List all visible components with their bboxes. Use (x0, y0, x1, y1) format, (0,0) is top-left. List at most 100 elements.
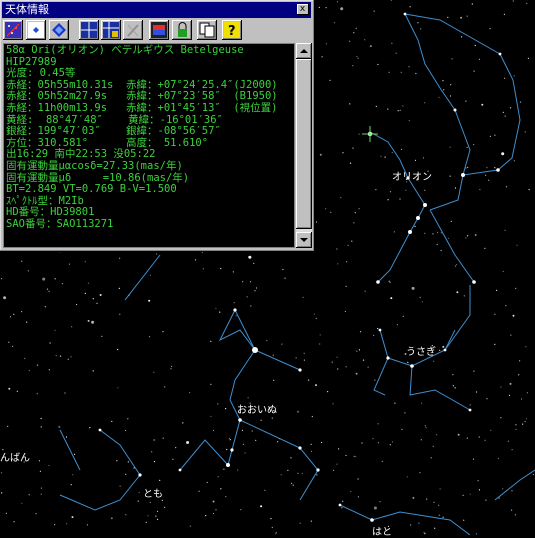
bright-star[interactable] (238, 418, 242, 422)
bright-star[interactable] (233, 308, 237, 312)
star (240, 509, 242, 511)
bright-star[interactable] (423, 203, 427, 207)
bright-star[interactable] (316, 468, 320, 472)
bright-star[interactable] (408, 230, 412, 234)
help-button[interactable]: ? (222, 20, 242, 40)
grid-button[interactable] (79, 20, 99, 40)
bright-star[interactable] (252, 347, 258, 353)
star (439, 349, 441, 351)
star (210, 383, 212, 385)
star (490, 429, 492, 431)
star (384, 156, 386, 158)
star (40, 417, 42, 420)
bright-star[interactable] (376, 280, 380, 284)
bright-star[interactable] (298, 446, 302, 450)
star (390, 297, 393, 300)
star (399, 109, 401, 111)
star (423, 531, 425, 534)
bright-star[interactable] (298, 368, 302, 372)
bright-star[interactable] (468, 408, 472, 412)
lock-button[interactable] (172, 20, 192, 40)
star (469, 404, 471, 406)
star (411, 286, 415, 290)
star (116, 460, 118, 462)
star (347, 244, 349, 246)
bright-star[interactable] (443, 348, 447, 352)
star (387, 199, 389, 201)
bright-star[interactable] (98, 428, 102, 432)
star (474, 234, 477, 236)
bright-star[interactable] (461, 173, 465, 177)
bright-star[interactable] (230, 448, 234, 452)
star (349, 162, 352, 164)
grid-lock-button[interactable] (101, 20, 121, 40)
star (255, 439, 257, 441)
bright-star[interactable] (472, 280, 476, 284)
star (156, 510, 159, 512)
star (76, 303, 78, 306)
star (229, 439, 231, 441)
star (438, 514, 440, 516)
star (424, 189, 426, 191)
star (500, 417, 502, 419)
star (125, 429, 127, 432)
star (442, 516, 444, 518)
star (511, 490, 513, 492)
close-button[interactable]: x (297, 4, 309, 15)
star (471, 3, 473, 5)
star (477, 480, 479, 482)
star (395, 52, 397, 54)
scrollbar-thumb[interactable] (296, 59, 312, 229)
star (357, 478, 359, 480)
bright-star[interactable] (498, 52, 502, 56)
info-text-panel[interactable]: 58α Ori(オリオン) ベテルギウス Betelgeuse HIP27989 光… (3, 43, 295, 248)
bright-star[interactable] (403, 12, 407, 16)
bright-star[interactable] (386, 356, 390, 360)
bright-star[interactable] (496, 168, 500, 172)
star (389, 281, 391, 283)
star (473, 370, 475, 372)
flag-button[interactable] (149, 20, 169, 40)
star (436, 434, 438, 436)
star (164, 386, 166, 388)
star (361, 442, 363, 444)
object-button[interactable] (49, 20, 69, 40)
star (416, 22, 419, 24)
star (465, 237, 467, 239)
bright-star[interactable] (226, 463, 230, 467)
star (349, 103, 351, 105)
title-bar[interactable]: 天体情報 x (2, 2, 311, 18)
scroll-up-button[interactable] (296, 43, 312, 59)
star (72, 474, 74, 476)
bright-star[interactable] (138, 473, 142, 477)
star-map-button[interactable] (3, 20, 23, 40)
star (408, 66, 410, 68)
star (118, 287, 120, 289)
star (473, 70, 475, 72)
star (310, 520, 312, 522)
bright-star[interactable] (416, 216, 420, 220)
star (16, 390, 18, 392)
star (379, 501, 381, 503)
bright-star[interactable] (338, 503, 342, 507)
star (472, 458, 475, 460)
vertical-scrollbar[interactable] (296, 43, 312, 248)
star (437, 231, 439, 234)
pen-button[interactable] (123, 20, 143, 40)
star (24, 357, 26, 360)
star (148, 299, 151, 302)
copy-button[interactable] (197, 20, 217, 40)
star (13, 521, 15, 523)
star (357, 57, 359, 59)
scroll-down-button[interactable] (296, 232, 312, 248)
bright-star[interactable] (410, 364, 414, 368)
bright-star[interactable] (178, 468, 182, 472)
bright-star[interactable] (370, 518, 374, 522)
bright-star[interactable] (378, 328, 382, 332)
star (46, 288, 49, 290)
orion-line (454, 109, 471, 176)
star (524, 131, 526, 133)
bright-star[interactable] (453, 108, 457, 112)
small-star-button[interactable] (26, 20, 46, 40)
star (215, 307, 217, 309)
